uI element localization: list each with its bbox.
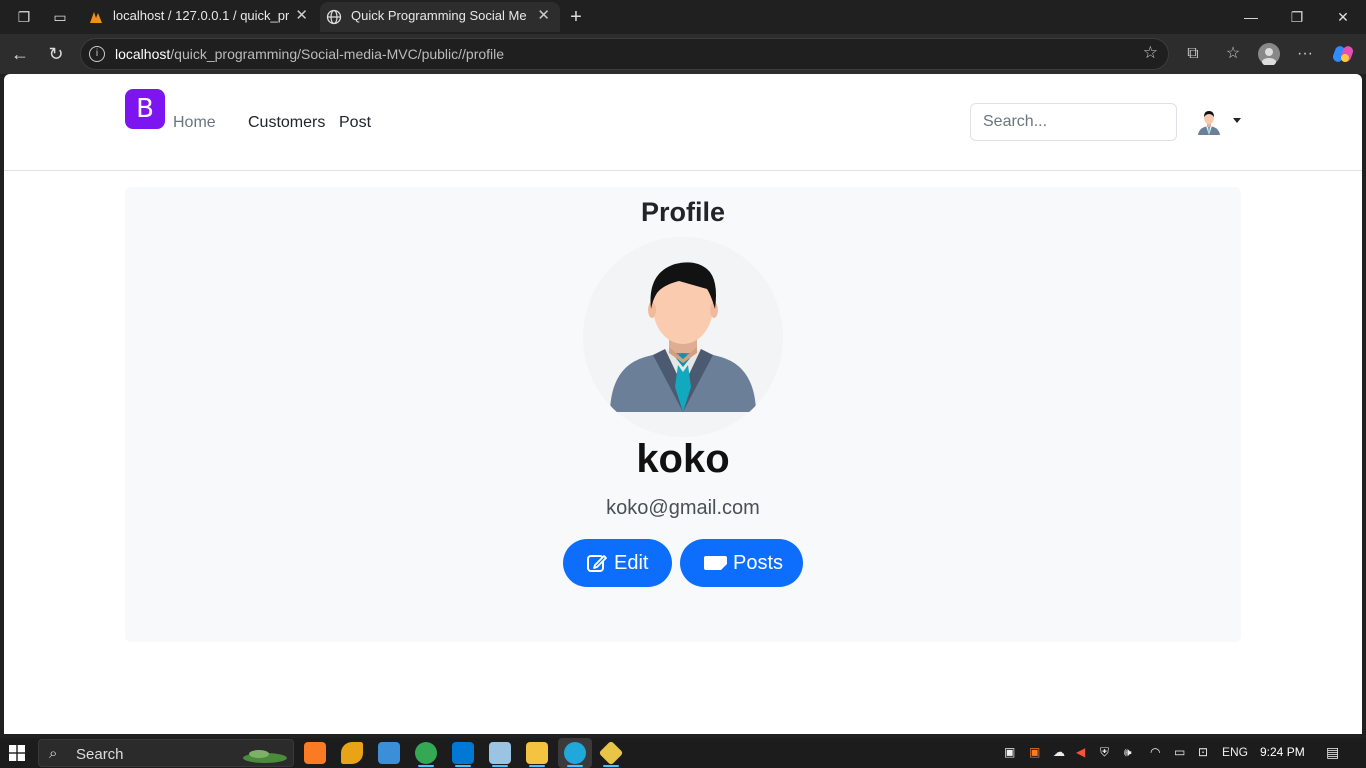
profile-icon[interactable] bbox=[1258, 43, 1280, 66]
running-indicator bbox=[567, 765, 583, 767]
copilot-icon[interactable] bbox=[1332, 43, 1354, 65]
bootstrap-logo[interactable]: B bbox=[125, 89, 165, 129]
site-info-icon[interactable]: i bbox=[89, 46, 105, 62]
globe-icon bbox=[326, 9, 342, 25]
favorite-star-icon[interactable]: ☆ bbox=[1143, 43, 1158, 63]
search-icon: ⌕ bbox=[49, 745, 58, 762]
back-icon[interactable]: ← bbox=[8, 43, 32, 65]
tab-phpmyadmin[interactable]: localhost / 127.0.0.1 / quick_programmin… bbox=[82, 2, 318, 32]
phpmyadmin-icon bbox=[90, 12, 102, 23]
clock[interactable]: 9:24 PM bbox=[1260, 745, 1305, 759]
close-tab-icon[interactable]: ✕ bbox=[537, 2, 550, 30]
edit-button[interactable]: Edit bbox=[563, 539, 672, 587]
notifications-icon[interactable]: ▤ bbox=[1326, 744, 1339, 761]
edge-active-slot[interactable] bbox=[558, 738, 592, 768]
favorites-icon[interactable]: ☆ bbox=[1222, 43, 1244, 65]
windows-taskbar: ⌕ Search ▣ ▣ ☁ ◀ ⛨ 🕪 ◠ ▭ ⊡ ENG 9:24 PM ▤ bbox=[0, 738, 1366, 768]
running-indicator bbox=[529, 765, 545, 767]
edge-icon bbox=[564, 742, 586, 764]
chrome-icon[interactable] bbox=[415, 742, 437, 764]
chevron-down-icon[interactable] bbox=[1233, 118, 1241, 123]
posts-label: Posts bbox=[733, 552, 784, 574]
xampp-icon[interactable] bbox=[304, 742, 326, 764]
file-explorer-icon[interactable] bbox=[526, 742, 548, 764]
nav-post-link[interactable]: Post bbox=[339, 114, 371, 132]
windows-start-icon[interactable] bbox=[9, 745, 25, 761]
running-indicator bbox=[492, 765, 508, 767]
refresh-icon[interactable]: ↻ bbox=[44, 43, 68, 65]
nav-home-link[interactable]: Home bbox=[173, 114, 216, 132]
taskbar-app-icon[interactable] bbox=[598, 740, 624, 766]
taskbar-search[interactable]: ⌕ Search bbox=[38, 739, 294, 767]
security-shield-icon[interactable]: ⛨ bbox=[1100, 745, 1109, 760]
user-avatar[interactable] bbox=[1195, 107, 1223, 135]
running-indicator bbox=[603, 765, 619, 767]
new-tab-icon[interactable]: + bbox=[566, 7, 586, 27]
posts-icon bbox=[704, 556, 727, 570]
vscode-icon[interactable] bbox=[452, 742, 474, 764]
xampp-tray-icon[interactable]: ▣ bbox=[1029, 745, 1040, 759]
running-indicator bbox=[418, 765, 434, 767]
browser-toolbar: ← ↻ i localhost/quick_programming/Social… bbox=[0, 34, 1366, 74]
tray-app-icon[interactable]: ⊡ bbox=[1198, 745, 1208, 759]
profile-name: koko bbox=[636, 437, 730, 481]
edit-label: Edit bbox=[614, 552, 649, 574]
tab-title: localhost / 127.0.0.1 / quick_programmin… bbox=[113, 8, 289, 23]
close-tab-icon[interactable]: ✕ bbox=[295, 2, 308, 30]
tray-app-icon[interactable]: ▣ bbox=[1004, 745, 1015, 759]
volume-icon[interactable]: 🕪 bbox=[1124, 745, 1132, 760]
workspaces-icon[interactable]: ❐ bbox=[14, 7, 34, 27]
restore-icon[interactable]: ❐ bbox=[1274, 0, 1320, 34]
running-indicator bbox=[455, 765, 471, 767]
tab-title: Quick Programming Social Media bbox=[351, 8, 527, 23]
profile-card: Profile koko koko@gmail.com Edit Posts bbox=[125, 187, 1241, 642]
extensions-icon[interactable]: ⧉ bbox=[1182, 43, 1204, 65]
remote-desktop-icon[interactable] bbox=[378, 742, 400, 764]
wifi-icon[interactable]: ◠ bbox=[1150, 745, 1160, 759]
onedrive-icon[interactable]: ☁ bbox=[1053, 745, 1065, 759]
edit-icon bbox=[587, 555, 607, 572]
page-title: Profile bbox=[640, 197, 726, 227]
minimize-icon[interactable]: — bbox=[1228, 0, 1274, 34]
taskbar-app-icon[interactable] bbox=[341, 742, 363, 764]
language-indicator[interactable]: ENG bbox=[1222, 745, 1248, 759]
tab-actions-icon[interactable]: ▭ bbox=[50, 7, 70, 27]
search-highlight-icon bbox=[243, 750, 287, 763]
close-window-icon[interactable]: ✕ bbox=[1320, 0, 1366, 34]
address-bar[interactable]: i localhost/quick_programming/Social-med… bbox=[80, 38, 1169, 70]
nav-customers-link[interactable]: Customers bbox=[248, 114, 325, 132]
businessman-avatar-icon bbox=[610, 262, 756, 412]
profile-email: koko@gmail.com bbox=[606, 497, 760, 519]
tab-social-media[interactable]: Quick Programming Social Media ✕ bbox=[320, 2, 560, 32]
page-viewport: B Home Customers Post Profile bbox=[4, 74, 1362, 734]
search-input[interactable] bbox=[970, 103, 1177, 141]
site-navbar: B Home Customers Post bbox=[4, 74, 1362, 171]
tray-app-icon[interactable]: ◀ bbox=[1076, 745, 1085, 759]
url-text: localhost/quick_programming/Social-media… bbox=[115, 46, 505, 62]
battery-icon[interactable]: ▭ bbox=[1174, 745, 1185, 759]
more-icon[interactable]: ··· bbox=[1294, 43, 1316, 65]
notepad-icon[interactable] bbox=[489, 742, 511, 764]
profile-avatar bbox=[583, 237, 783, 437]
posts-button[interactable]: Posts bbox=[680, 539, 803, 587]
taskbar-search-label: Search bbox=[76, 746, 124, 763]
browser-tabbar: ❐ ▭ localhost / 127.0.0.1 / quick_progra… bbox=[0, 0, 1366, 34]
